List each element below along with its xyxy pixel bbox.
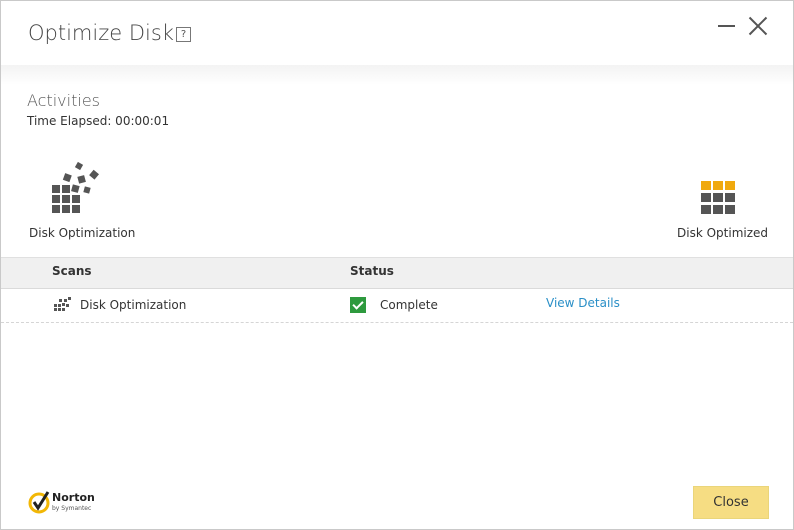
view-details-link[interactable]: View Details <box>546 296 620 310</box>
window-title: Optimize Disk <box>28 21 174 45</box>
scan-name: Disk Optimization <box>80 298 187 312</box>
minimize-icon[interactable] <box>717 17 737 33</box>
time-elapsed: Time Elapsed: 00:00:01 <box>27 114 170 128</box>
norton-checkmark-icon <box>28 491 50 514</box>
stage-label-right: Disk Optimized <box>677 226 769 240</box>
header-separator <box>1 65 793 85</box>
disk-optimized-icon <box>701 181 735 214</box>
complete-check-icon <box>350 297 366 313</box>
column-header-scans: Scans <box>52 264 92 278</box>
optimize-disk-window: Optimize Disk ? Activities Time Elapsed:… <box>0 0 794 530</box>
scan-status: Complete <box>380 298 438 312</box>
window-header: Optimize Disk ? <box>1 1 793 65</box>
disk-optimization-icon <box>52 161 99 213</box>
stage-label-left: Disk Optimization <box>29 226 136 240</box>
norton-logo: Norton by Symantec <box>28 489 103 517</box>
disk-optimization-small-icon <box>54 297 71 311</box>
close-icon[interactable] <box>747 15 769 37</box>
table-row: Disk Optimization Complete View Details <box>1 289 793 323</box>
activities-heading: Activities <box>27 91 100 110</box>
brand-name: Norton <box>52 491 95 504</box>
close-button[interactable]: Close <box>693 486 769 519</box>
brand-subtitle: by Symantec <box>52 505 92 512</box>
scans-table-header: Scans Status <box>1 257 793 289</box>
help-icon[interactable]: ? <box>176 27 191 42</box>
column-header-status: Status <box>350 264 394 278</box>
